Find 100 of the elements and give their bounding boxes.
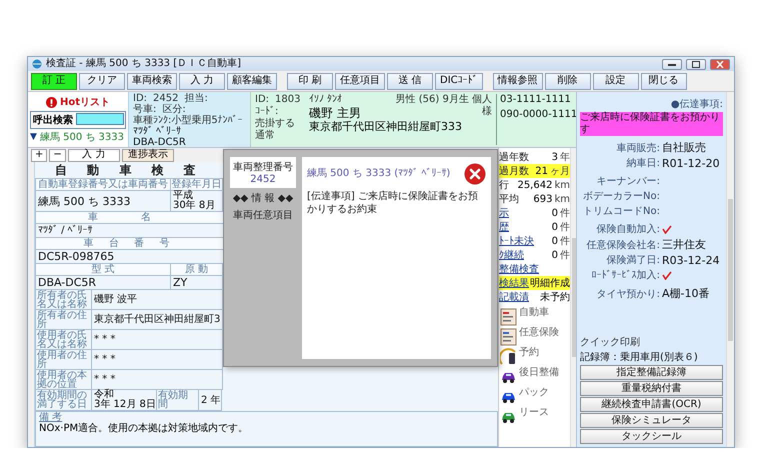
vehicle-model: ﾏﾂﾀﾞ ﾍﾞﾘｰｻ [133, 126, 182, 137]
customer-address: 東京都千代田区神田紺屋町333 [309, 120, 463, 134]
form-button[interactable]: + [31, 148, 48, 162]
stat-value: 3 年 [552, 151, 570, 164]
stat-link[interactable]: 示 [499, 206, 509, 220]
form-button[interactable]: 入 力 [68, 148, 120, 162]
toolbar-button[interactable]: 入 力 [179, 72, 225, 90]
toolbar-button[interactable]: 顧客編集 [227, 72, 277, 90]
maximize-button[interactable] [686, 58, 706, 70]
field-label: 保険満了日: [606, 254, 660, 267]
stat-label: 平均 [499, 193, 519, 206]
vehicle-number: 2452 [250, 174, 276, 185]
field-label: タイヤ預かり: [596, 288, 660, 300]
close-button[interactable] [710, 58, 730, 70]
table-cell: * * * [91, 369, 223, 390]
record-type: 記録簿：乗用車用(別表６) [580, 350, 699, 364]
table-cell: 2 年 [198, 389, 222, 411]
close-icon[interactable] [464, 163, 486, 185]
search-field[interactable] [76, 112, 124, 124]
app-icon [32, 59, 42, 69]
print-button[interactable]: 指定整備記録簿 [580, 365, 723, 380]
column-header: 原 動 [170, 263, 223, 276]
shortcut-button[interactable]: パック [499, 388, 570, 408]
form-button[interactable]: − [49, 148, 66, 162]
phone-icon [500, 348, 517, 366]
column-header: 車 台 番 号 [35, 237, 224, 250]
stat-value: 25,642 km [517, 180, 570, 190]
scrollbar[interactable] [726, 92, 734, 447]
plate-number: 練馬 500 ち 3333 [40, 130, 124, 144]
customer-kana: ｲｿﾉ ﾀﾝｵ [309, 94, 342, 106]
field-label: ﾛｰﾄﾞｻｰﾋﾞｽ加入: [590, 268, 660, 282]
field-label: 車両販売: [616, 142, 660, 154]
stat-link[interactable]: 歴 [499, 220, 509, 234]
stat-value: 0 件 [552, 221, 570, 234]
stat-link[interactable]: 記載漬 [499, 290, 529, 304]
print-button[interactable]: タックシール [580, 429, 723, 444]
toolbar-button[interactable]: 訂 正 [31, 72, 77, 90]
stat-label: 過月数 [499, 165, 529, 178]
shortcut-button[interactable]: リース [499, 408, 570, 428]
field-label: 担当: [184, 93, 208, 104]
stat-link[interactable]: ﾄｰﾄ未決 [499, 234, 534, 248]
document-icon [500, 328, 517, 346]
close-icon [716, 60, 724, 68]
print-button[interactable]: 重量税納付書 [580, 381, 723, 396]
field-label: 号車: [133, 104, 156, 115]
shortcut-button[interactable]: 後日整備 [499, 368, 570, 388]
field-value: R01-12-20 [662, 156, 721, 170]
vehicle-rank: 車種ﾗﾝｸ:小型乗用5ﾅﾝﾊﾞｰ [133, 115, 243, 126]
field-label: ボデーカラーNo: [582, 190, 660, 203]
form-button[interactable]: 進捗表示 [122, 148, 174, 162]
document-icon [500, 308, 517, 326]
stat-label: 過年数 [499, 151, 529, 164]
shortcut-button[interactable]: 自動車 [499, 308, 570, 328]
certificate-title: 自 動 車 検 査 [54, 162, 205, 178]
stat-value: 0 件 [552, 249, 570, 262]
customer-name: 磯野 主男 [309, 106, 361, 120]
notice-text: ご来店時に保険証書をお預かりす [580, 112, 723, 136]
toolbar-button[interactable]: 送 信 [387, 72, 433, 90]
stat-link[interactable]: 検結果 [499, 276, 529, 290]
customer-id: 1803 [275, 94, 300, 106]
toolbar-button[interactable]: 閉じる [640, 72, 687, 90]
info-item: 車両任意項目 [233, 208, 293, 222]
stat-value: 未予約 [540, 290, 570, 304]
print-button[interactable]: 保険シミュレータ [580, 413, 723, 428]
phone-number: 03-1111-1111 [500, 94, 572, 105]
alert-icon [46, 96, 57, 108]
remarks-text: NOx·PM適合。使用の本拠は対策地域内です。 [39, 423, 250, 435]
shortcut-button[interactable]: 任意保険 [499, 328, 570, 348]
toolbar-button[interactable]: 情報参照 [492, 72, 543, 90]
toolbar-button[interactable]: 車両検索 [127, 72, 177, 90]
minimize-button[interactable] [662, 58, 682, 70]
field-label: 区分: [162, 104, 186, 115]
toolbar-button[interactable]: DICｺｰﾄﾞ [435, 72, 483, 90]
dropdown-toggle[interactable]: ▼ [30, 132, 37, 142]
hot-list-link[interactable]: Hotリスト [60, 95, 110, 109]
toolbar-button[interactable]: 任意項目 [335, 72, 385, 90]
column-header: 登録年月日 [170, 178, 223, 191]
field-label: ID: [255, 94, 270, 106]
remarks-label: 備 考 [39, 412, 64, 423]
stat-label: 行 [499, 179, 509, 192]
toolbar-button[interactable]: クリア [79, 72, 125, 90]
dialog-title: 練馬 500 ち 3333 (ﾏﾂﾀﾞ ﾍﾞﾘｰｻ) [307, 166, 450, 180]
dialog-message: [伝達事項] ご来店時に保険証書をお預かりするお約束 [307, 190, 479, 216]
toolbar-button[interactable]: 設定 [592, 72, 639, 90]
field-label: 保険自動加入: [596, 222, 660, 236]
window-title: 検査証 - 練馬 500 ち 3333 [ＤＩＣ自動車] [46, 58, 242, 70]
shortcut-button[interactable]: 予約 [499, 348, 570, 368]
stat-link[interactable]: ｸ継続 [499, 248, 524, 262]
field-value: 三井住友 [662, 237, 707, 252]
toolbar-button[interactable]: 印 刷 [287, 72, 333, 90]
column-header: 自動車登録番号又は車両番号 [35, 178, 171, 191]
field-label: トリムコードNo: [582, 205, 660, 218]
search-label: 呼出検索 [32, 112, 74, 126]
field-value: 自社販売 [662, 140, 707, 155]
stat-link[interactable]: 整備検査 [499, 262, 539, 276]
toolbar-button[interactable]: 削除 [544, 72, 591, 90]
print-button[interactable]: 継続検査申請書(OCR) [580, 397, 723, 412]
stat-value: 21 ヶ月 [535, 165, 570, 178]
field-value: A棚-10番 [662, 286, 710, 301]
scrollbar[interactable] [570, 148, 576, 447]
